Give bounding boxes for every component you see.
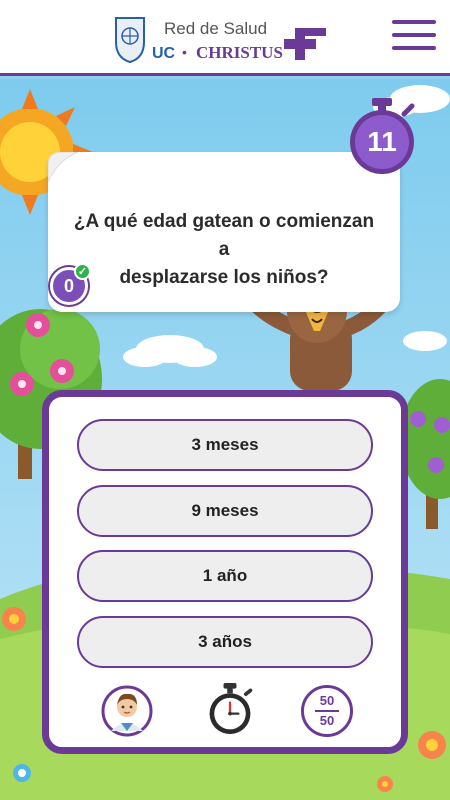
red-de-salud-logo: Red de Salud UC • CHRISTUS <box>115 17 326 64</box>
logo-text-christus: CHRISTUS <box>196 43 283 62</box>
countdown-value: 11 <box>367 126 397 157</box>
question-line-2: desplazarse los niños? <box>119 267 329 288</box>
fifty-bottom-label: 50 <box>319 713 335 728</box>
logo-text-uc: UC <box>152 45 176 62</box>
hamburger-menu-button[interactable] <box>392 20 436 54</box>
stopwatch-icon <box>209 683 253 735</box>
logo-text-red-de-salud: Red de Salud <box>164 19 267 38</box>
question-text: ¿A qué edad gatean o comienzan a desplaz… <box>66 208 382 292</box>
ask-doctor-lifeline-button[interactable] <box>101 685 153 737</box>
answers-panel: 3 meses 9 meses 1 año 3 años 50 50 <box>42 390 408 754</box>
cloud-icon <box>403 331 447 351</box>
uc-crest-icon <box>115 17 145 64</box>
fifty-fifty-lifeline-button[interactable]: 50 50 <box>301 685 353 737</box>
menu-bar-icon <box>392 46 436 50</box>
app-header: Red de Salud UC • CHRISTUS <box>0 0 450 76</box>
menu-bar-icon <box>392 20 436 24</box>
answer-option-3[interactable]: 1 año <box>77 550 373 602</box>
stopwatch-lifeline-button[interactable] <box>204 683 256 735</box>
answer-option-2[interactable]: 9 meses <box>77 485 373 537</box>
answer-option-1[interactable]: 3 meses <box>77 419 373 471</box>
question-line-1: ¿A qué edad gatean o comienzan a <box>73 211 375 260</box>
page-curl-icon <box>48 152 79 183</box>
fraction-bar <box>315 710 339 712</box>
christus-cross-icon <box>284 28 326 60</box>
fifty-top-label: 50 <box>319 693 335 708</box>
check-icon: ✓ <box>74 263 91 280</box>
logo-text-dot: • <box>182 44 187 60</box>
answer-option-4[interactable]: 3 años <box>77 616 373 668</box>
menu-bar-icon <box>392 33 436 37</box>
question-card: ¿A qué edad gatean o comienzan a desplaz… <box>48 152 400 312</box>
